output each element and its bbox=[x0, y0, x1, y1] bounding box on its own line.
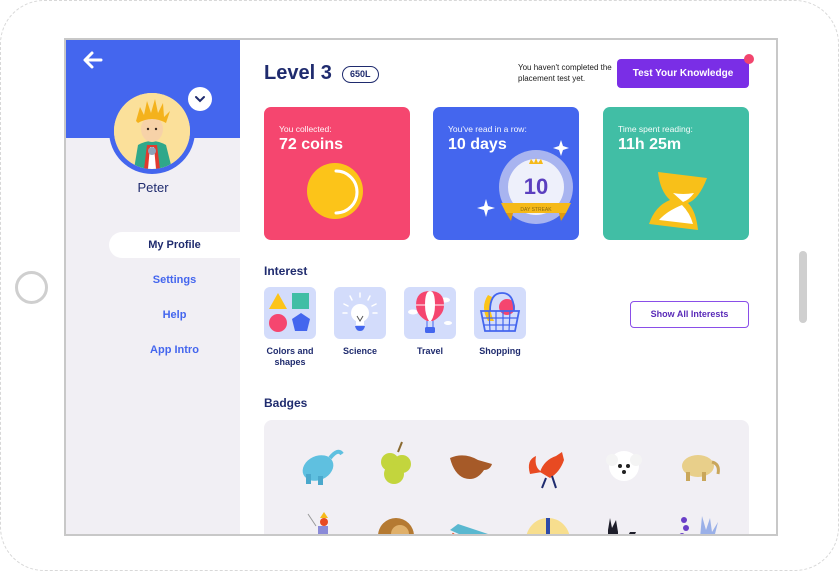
avatar-dropdown-button[interactable] bbox=[188, 87, 212, 111]
nav-item-help[interactable]: Help bbox=[109, 302, 240, 328]
badges-title: Badges bbox=[264, 396, 308, 410]
level-title: Level 3 bbox=[264, 62, 332, 84]
knight-badge[interactable] bbox=[292, 508, 348, 534]
lion-badge[interactable] bbox=[368, 508, 424, 534]
streak-label: You've read in a row: bbox=[448, 124, 527, 134]
time-label: Time spent reading: bbox=[618, 124, 693, 134]
badges-panel bbox=[264, 420, 749, 534]
shopping-basket-icon bbox=[479, 292, 521, 332]
interest-label: Travel bbox=[416, 346, 444, 356]
streak-card: 10 DAY STREAK You've read in a row: 10 d… bbox=[433, 107, 579, 240]
username: Peter bbox=[137, 180, 169, 195]
sidebar: Peter My Profile Settings Help App Intro bbox=[66, 40, 240, 534]
black-dog-badge[interactable] bbox=[596, 508, 652, 534]
interest-label: Science bbox=[342, 346, 378, 356]
tablet-frame: Peter My Profile Settings Help App Intro… bbox=[0, 0, 839, 571]
notification-dot bbox=[744, 54, 754, 64]
brown-bird-badge[interactable] bbox=[444, 438, 500, 494]
side-scroll-handle[interactable] bbox=[799, 251, 807, 323]
show-all-interests-button[interactable]: Show All Interests bbox=[630, 301, 749, 328]
interest-label: Colors and shapes bbox=[266, 346, 314, 367]
avatar[interactable] bbox=[114, 93, 190, 169]
interest-title: Interest bbox=[264, 264, 308, 278]
chevron-down-icon bbox=[195, 96, 205, 103]
shapes-icon bbox=[269, 293, 310, 332]
back-arrow-icon[interactable] bbox=[80, 48, 106, 72]
interest-travel[interactable]: Travel bbox=[395, 287, 465, 357]
red-fox-badge[interactable] bbox=[520, 438, 576, 494]
test-your-knowledge-button[interactable]: Test Your Knowledge bbox=[617, 59, 749, 88]
streak-value: 10 days bbox=[448, 136, 507, 153]
interest-colors-and-shapes[interactable]: Colors and shapes bbox=[255, 287, 325, 368]
planet-badge[interactable] bbox=[520, 508, 576, 534]
nav-item-app-intro[interactable]: App Intro bbox=[109, 337, 240, 363]
interest-tile bbox=[404, 287, 456, 339]
home-button[interactable] bbox=[15, 271, 48, 304]
golden-elephant-badge[interactable] bbox=[672, 438, 728, 494]
coins-card: You collected: 72 coins bbox=[264, 107, 410, 240]
time-value: 11h 25m bbox=[618, 136, 682, 153]
blue-elephant-badge[interactable] bbox=[292, 438, 348, 494]
nav-item-my-profile[interactable]: My Profile bbox=[109, 232, 240, 258]
green-grapes-badge[interactable] bbox=[368, 438, 424, 494]
interest-label: Shopping bbox=[479, 346, 521, 356]
white-dog-badge[interactable] bbox=[596, 438, 652, 494]
interest-tile bbox=[334, 287, 386, 339]
time-card: Time spent reading: 11h 25m bbox=[603, 107, 749, 240]
streak-number: 10 bbox=[524, 174, 548, 199]
coins-value: 72 coins bbox=[279, 136, 344, 153]
app-screen: Peter My Profile Settings Help App Intro… bbox=[64, 38, 778, 536]
main-content: Level 3 650L You haven't completed the p… bbox=[240, 40, 776, 534]
lightbulb-icon bbox=[342, 292, 378, 331]
sidebar-nav: My Profile Settings Help App Intro bbox=[66, 232, 240, 372]
avatar-frame bbox=[109, 88, 195, 174]
interest-shopping[interactable]: Shopping bbox=[465, 287, 535, 357]
lexile-badge: 650L bbox=[342, 66, 379, 83]
flowers-badge[interactable] bbox=[672, 508, 728, 534]
placement-note: You haven't completed the placement test… bbox=[518, 63, 612, 83]
streak-ribbon-text: DAY STREAK bbox=[520, 207, 552, 213]
coins-label: You collected: bbox=[279, 124, 332, 134]
nav-item-settings[interactable]: Settings bbox=[109, 267, 240, 293]
interest-science[interactable]: Science bbox=[325, 287, 395, 357]
interest-tile bbox=[264, 287, 316, 339]
hot-air-balloon-icon bbox=[408, 291, 452, 333]
blue-boat-badge[interactable] bbox=[444, 508, 500, 534]
interest-tile bbox=[474, 287, 526, 339]
